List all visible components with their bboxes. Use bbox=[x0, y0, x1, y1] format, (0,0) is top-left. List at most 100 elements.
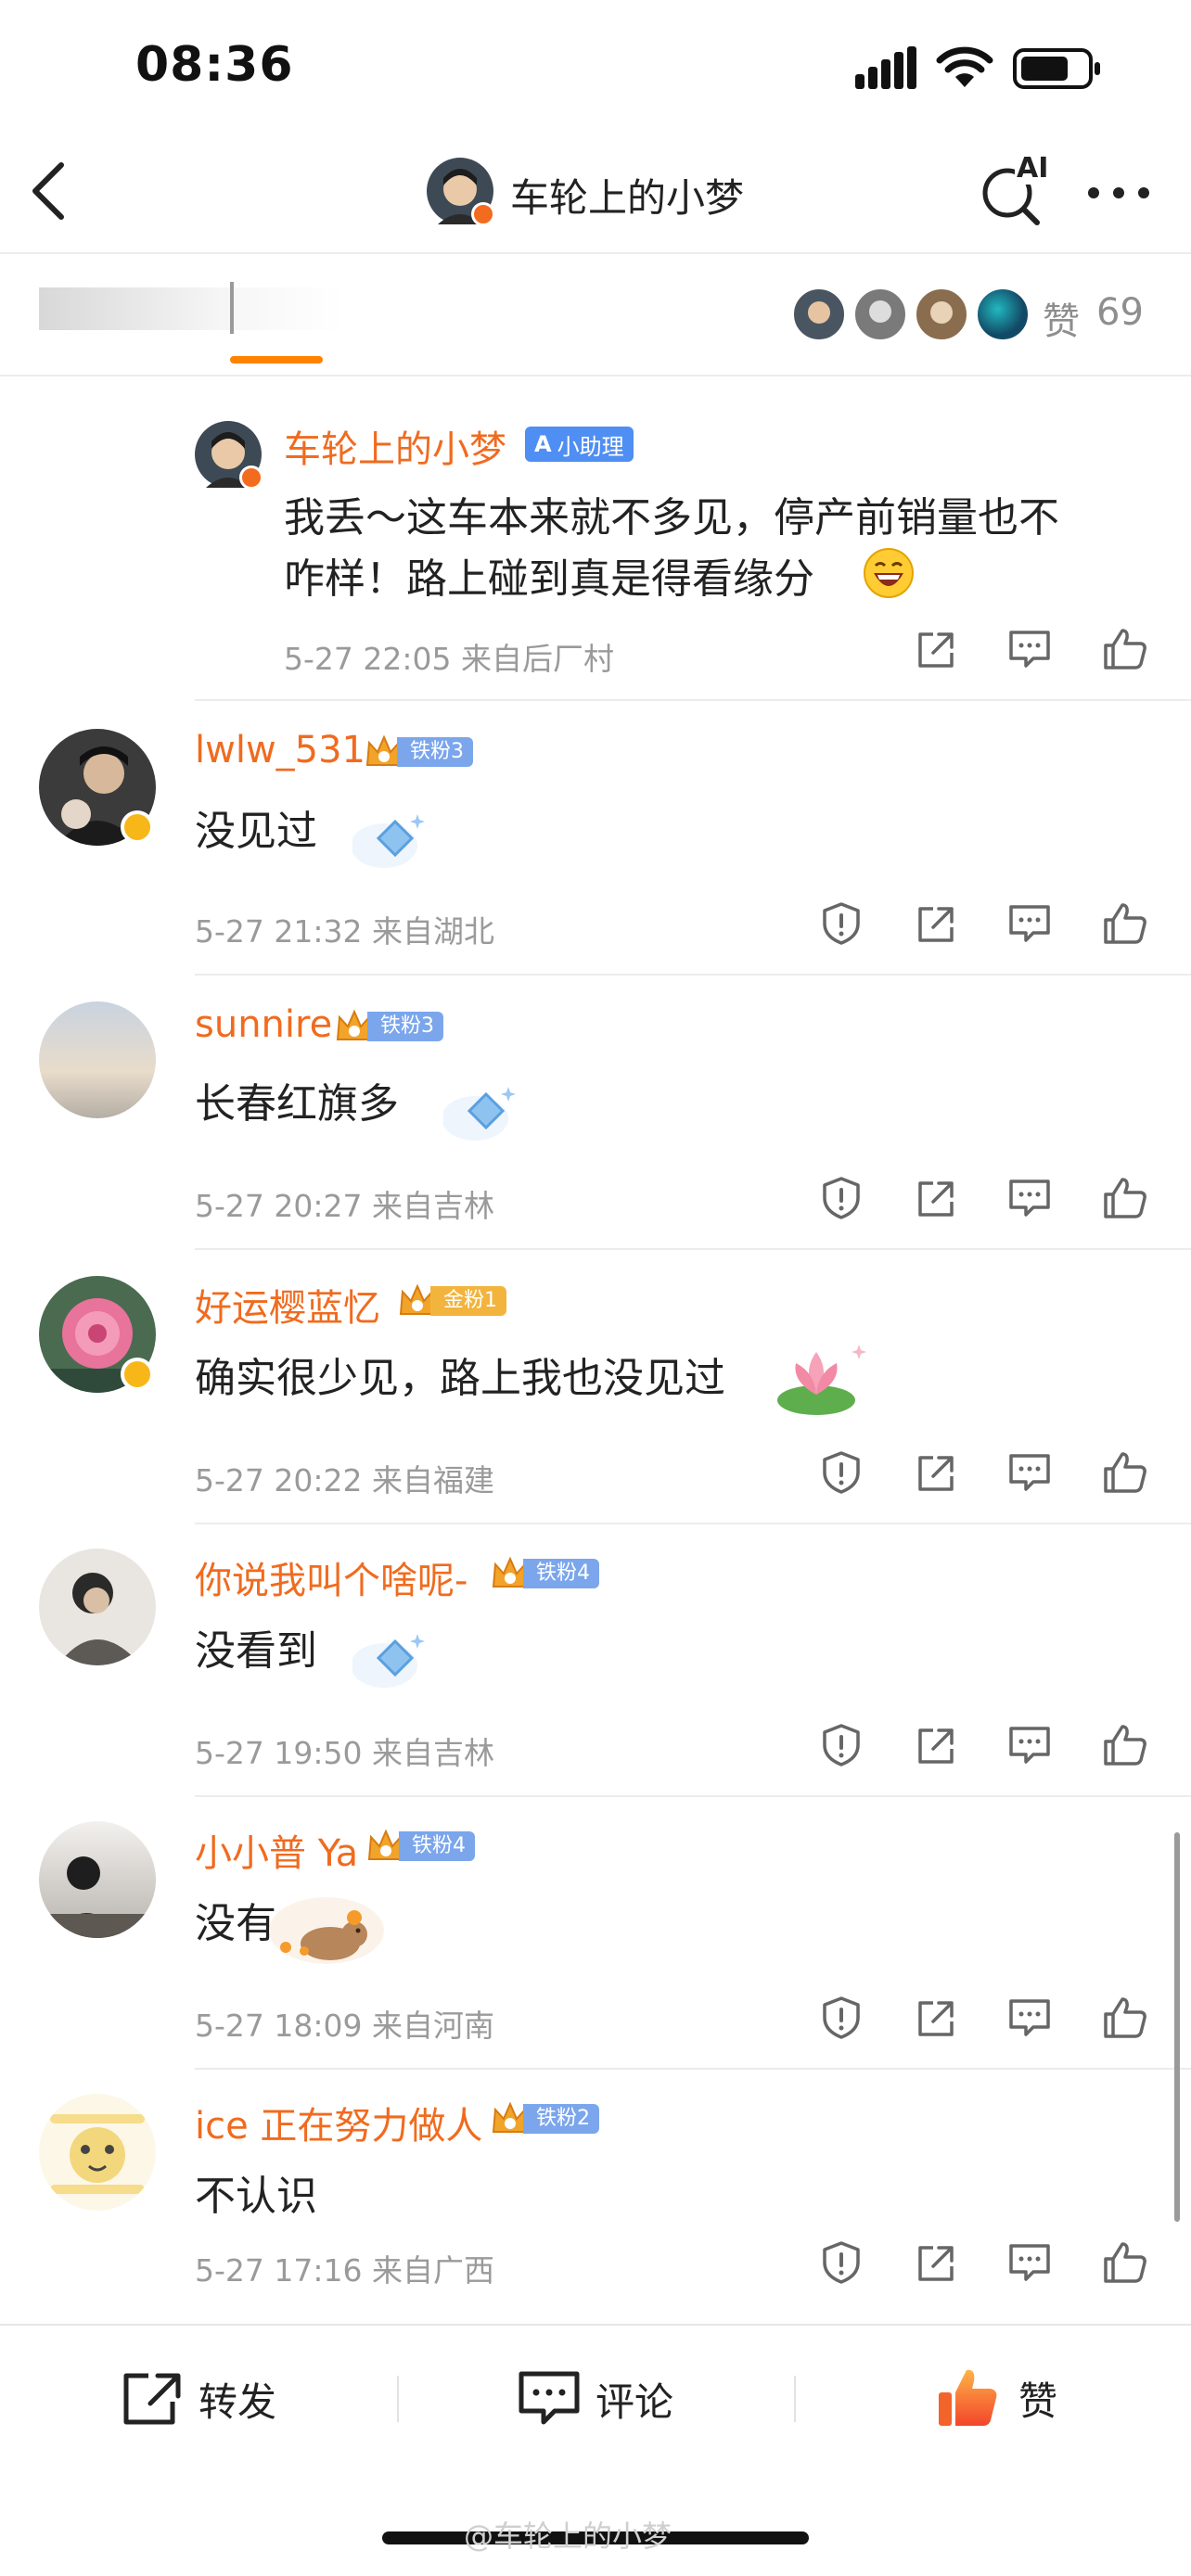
comment-username[interactable]: 小小普 Ya bbox=[195, 1823, 358, 1877]
commenter-avatar[interactable] bbox=[39, 2094, 156, 2211]
liker-avatar bbox=[976, 287, 1030, 341]
comment-text: 不认识 bbox=[195, 2173, 317, 2220]
share-icon[interactable] bbox=[915, 1178, 957, 1220]
like-icon[interactable] bbox=[1102, 2240, 1148, 2285]
like-label: 赞 bbox=[1018, 2378, 1058, 2424]
tab-separator bbox=[230, 282, 234, 334]
like-icon[interactable] bbox=[1102, 1176, 1148, 1220]
comment-username[interactable]: sunnire bbox=[195, 1003, 332, 1046]
diamond-sticker-icon bbox=[351, 809, 427, 877]
comment-username[interactable]: lwlw_531 bbox=[195, 729, 365, 772]
share-icon[interactable] bbox=[915, 903, 957, 946]
bottom-separator bbox=[397, 2376, 399, 2422]
share-icon[interactable] bbox=[915, 1997, 957, 2040]
comment-divider bbox=[195, 974, 1191, 976]
diamond-sticker-icon bbox=[442, 1081, 518, 1150]
like-summary-label: 赞 bbox=[1043, 300, 1080, 343]
comment-icon[interactable] bbox=[1007, 1452, 1052, 1495]
like-icon[interactable] bbox=[1102, 1723, 1148, 1767]
assistant-tag-icon: A bbox=[534, 431, 552, 457]
fan-badge-label: 铁粉3 bbox=[397, 737, 473, 767]
assistant-tag: A 小助理 bbox=[525, 427, 634, 462]
share-icon[interactable] bbox=[915, 2242, 957, 2285]
liker-avatar bbox=[853, 287, 907, 341]
back-icon[interactable] bbox=[28, 161, 69, 224]
comment-icon[interactable] bbox=[1007, 629, 1052, 671]
like-icon[interactable] bbox=[1102, 901, 1148, 946]
comment-icon[interactable] bbox=[1007, 1725, 1052, 1767]
fan-badge: 铁粉3 bbox=[334, 1009, 443, 1044]
comment-meta: 5-27 19:50 来自吉林 bbox=[195, 1735, 494, 1771]
fan-badge-label: 铁粉4 bbox=[399, 1831, 475, 1861]
comment-username[interactable]: 你说我叫个啥呢- bbox=[195, 1550, 467, 1604]
like-icon[interactable] bbox=[1102, 1996, 1148, 2040]
fan-badge: 金粉1 bbox=[397, 1283, 506, 1319]
comment-divider bbox=[195, 699, 1191, 701]
nav-avatar[interactable] bbox=[427, 158, 495, 226]
verified-badge-icon bbox=[121, 810, 154, 844]
reply-avatar[interactable] bbox=[195, 421, 263, 490]
ai-search-icon[interactable]: AI bbox=[978, 152, 1051, 230]
comment-icon[interactable] bbox=[1007, 1997, 1052, 2040]
share-icon[interactable] bbox=[915, 629, 957, 671]
comment-icon[interactable] bbox=[1007, 903, 1052, 946]
verified-badge-icon bbox=[239, 465, 263, 490]
liker-avatars[interactable] bbox=[792, 287, 1030, 341]
liker-avatar bbox=[792, 287, 846, 341]
bottom-separator bbox=[794, 2376, 796, 2422]
like-icon[interactable] bbox=[1102, 627, 1148, 671]
fan-badge: 铁粉2 bbox=[490, 2101, 599, 2136]
verified-badge-icon bbox=[121, 1358, 154, 1391]
laughing-emoji-icon bbox=[863, 547, 915, 603]
comment-icon[interactable] bbox=[1007, 1178, 1052, 1220]
nav-divider bbox=[0, 252, 1191, 254]
active-tab-indicator bbox=[230, 356, 323, 363]
comment-divider bbox=[195, 2068, 1191, 2070]
report-icon[interactable] bbox=[820, 1996, 863, 2040]
like-icon[interactable] bbox=[1102, 1450, 1148, 1495]
report-icon[interactable] bbox=[820, 901, 863, 946]
wifi-icon bbox=[935, 45, 994, 93]
capybara-sticker-icon bbox=[267, 1894, 388, 1971]
comment-username[interactable]: ice 正在努力做人 bbox=[195, 2096, 482, 2149]
fan-badge-label: 铁粉3 bbox=[367, 1012, 443, 1041]
report-icon[interactable] bbox=[820, 1723, 863, 1767]
fan-badge-label: 铁粉2 bbox=[523, 2104, 599, 2134]
commenter-avatar[interactable] bbox=[39, 1549, 156, 1665]
report-icon[interactable] bbox=[820, 1450, 863, 1495]
scrollbar-thumb[interactable] bbox=[1174, 1832, 1180, 2222]
fan-badge-label: 铁粉4 bbox=[523, 1559, 599, 1588]
report-icon[interactable] bbox=[820, 2240, 863, 2285]
subheader-divider bbox=[0, 375, 1191, 376]
assistant-tag-label: 小助理 bbox=[557, 433, 624, 460]
like-button[interactable]: 赞 bbox=[935, 2366, 1057, 2429]
verified-badge-icon bbox=[471, 202, 495, 226]
comment-text: 确实很少见，路上我也没见过 bbox=[195, 1355, 725, 1402]
repost-label: 转发 bbox=[198, 2378, 277, 2425]
share-icon[interactable] bbox=[915, 1725, 957, 1767]
liker-avatar bbox=[915, 287, 968, 341]
comment-button[interactable]: 评论 bbox=[518, 2370, 673, 2428]
diamond-sticker-icon bbox=[351, 1628, 427, 1697]
report-icon[interactable] bbox=[820, 1176, 863, 1220]
like-filled-icon bbox=[939, 2369, 997, 2426]
blurred-tab-label[interactable] bbox=[39, 287, 345, 330]
share-icon[interactable] bbox=[915, 1452, 957, 1495]
comment-meta: 5-27 17:16 来自广西 bbox=[195, 2252, 494, 2289]
comment-meta: 5-27 20:27 来自吉林 bbox=[195, 1188, 494, 1224]
repost-button[interactable]: 转发 bbox=[121, 2370, 276, 2428]
comment-icon[interactable] bbox=[1007, 2242, 1052, 2285]
watermark: @车轮上的小梦 bbox=[464, 2519, 672, 2554]
repost-icon bbox=[123, 2373, 181, 2425]
like-summary-count: 69 bbox=[1096, 291, 1144, 334]
comment-divider bbox=[195, 1248, 1191, 1250]
commenter-avatar[interactable] bbox=[39, 1821, 156, 1938]
comment-username[interactable]: 好运樱蓝忆 bbox=[195, 1278, 380, 1332]
comment-text: 没有 bbox=[195, 1900, 276, 1947]
battery-icon bbox=[1013, 48, 1102, 93]
ai-label: AI bbox=[1015, 152, 1051, 185]
reply-username[interactable]: 车轮上的小梦 bbox=[284, 419, 506, 473]
commenter-avatar[interactable] bbox=[39, 1001, 156, 1118]
fan-badge: 铁粉4 bbox=[490, 1556, 599, 1591]
more-icon[interactable] bbox=[1087, 185, 1150, 203]
